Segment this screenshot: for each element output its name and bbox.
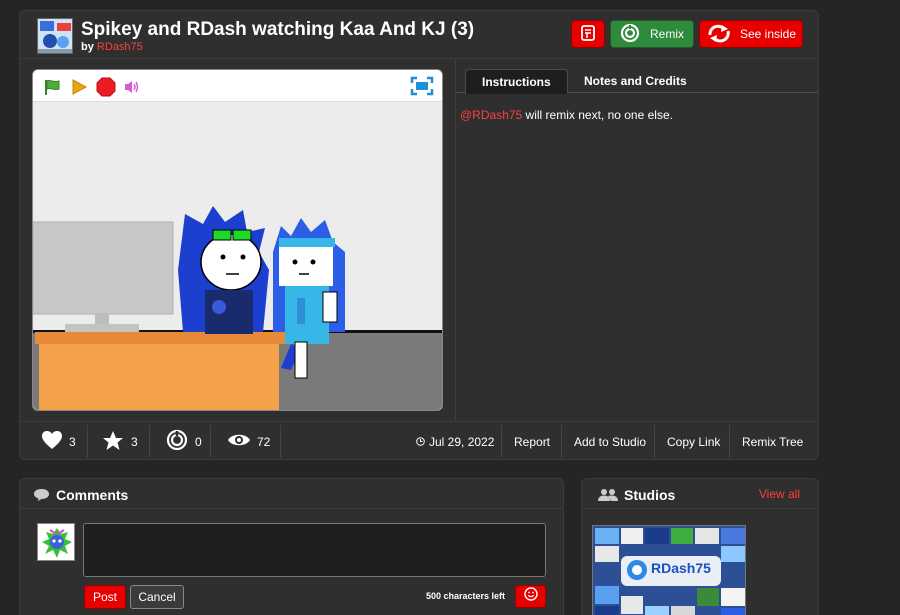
favorite-stat[interactable]: 3 bbox=[102, 422, 138, 459]
instructions-text: @RDash75 will remix next, no one else. bbox=[460, 108, 810, 122]
project-player bbox=[32, 69, 443, 411]
divider bbox=[501, 425, 502, 458]
author-link[interactable]: RDash75 bbox=[97, 41, 143, 53]
remix-icon bbox=[620, 23, 640, 46]
tab-instructions[interactable]: Instructions bbox=[465, 69, 568, 94]
love-count: 3 bbox=[69, 434, 76, 449]
remix-button[interactable]: Remix bbox=[610, 20, 694, 48]
divider bbox=[654, 425, 655, 458]
tutorial-icon bbox=[579, 24, 597, 45]
remix-stat[interactable]: 0 bbox=[166, 422, 202, 459]
stage-scene bbox=[33, 102, 442, 410]
fullscreen-icon[interactable] bbox=[410, 76, 434, 101]
cancel-button[interactable]: Cancel bbox=[130, 585, 184, 609]
project-stage[interactable] bbox=[33, 102, 442, 410]
studio-thumb-text: RDash75 bbox=[651, 560, 711, 576]
comment-bubble-icon bbox=[33, 488, 50, 507]
comments-header: Comments bbox=[20, 479, 563, 509]
emoji-button[interactable] bbox=[515, 585, 546, 608]
view-stat: 72 bbox=[227, 422, 271, 459]
see-inside-icon bbox=[706, 23, 732, 46]
favorite-count: 3 bbox=[131, 434, 138, 449]
player-controls bbox=[33, 70, 442, 102]
studios-header: Studios View all bbox=[582, 479, 818, 509]
green-flag-icon[interactable] bbox=[43, 78, 61, 101]
studios-panel: Studios View all RDash75 bbox=[581, 478, 819, 615]
project-title: Spikey and RDash watching Kaa And KJ (3) bbox=[81, 19, 475, 40]
project-thumbnail[interactable] bbox=[37, 18, 73, 54]
see-inside-label: See inside bbox=[739, 27, 797, 41]
copy-link[interactable]: Copy Link bbox=[667, 422, 720, 459]
divider bbox=[149, 425, 150, 458]
tutorial-button[interactable] bbox=[571, 20, 605, 48]
by-label: by bbox=[81, 41, 94, 53]
characters-left: 500 characters left bbox=[426, 591, 506, 601]
divider bbox=[280, 425, 281, 458]
project-panel: Spikey and RDash watching Kaa And KJ (3)… bbox=[19, 10, 819, 460]
instructions-body: will remix next, no one else. bbox=[522, 108, 673, 122]
project-byline: by RDash75 bbox=[81, 41, 143, 53]
users-icon bbox=[597, 488, 619, 506]
project-header: Spikey and RDash watching Kaa And KJ (3)… bbox=[20, 11, 818, 59]
view-all-link[interactable]: View all bbox=[759, 487, 800, 501]
remix-count-icon bbox=[166, 429, 188, 454]
tab-notes-and-credits[interactable]: Notes and Credits bbox=[568, 69, 703, 93]
sound-icon[interactable] bbox=[123, 79, 141, 100]
studio-thumbnail[interactable]: RDash75 bbox=[592, 525, 746, 615]
stop-icon[interactable] bbox=[96, 77, 116, 102]
tab-bar: Instructions Notes and Credits bbox=[456, 69, 818, 94]
report-link[interactable]: Report bbox=[514, 422, 550, 459]
clock-icon bbox=[416, 435, 425, 449]
comment-input[interactable] bbox=[83, 523, 546, 577]
remix-count: 0 bbox=[195, 434, 202, 449]
star-icon bbox=[102, 430, 124, 454]
avatar[interactable] bbox=[37, 523, 75, 561]
divider bbox=[210, 425, 211, 458]
add-to-studio-link[interactable]: Add to Studio bbox=[574, 422, 646, 459]
share-date-text: Jul 29, 2022 bbox=[429, 434, 495, 449]
stats-bar: 3 3 0 72 Jul 29, 2022 Report Add to Stud… bbox=[20, 421, 818, 459]
love-stat[interactable]: 3 bbox=[41, 422, 76, 459]
see-inside-button[interactable]: See inside bbox=[699, 20, 803, 48]
eye-icon bbox=[227, 432, 251, 451]
divider bbox=[729, 425, 730, 458]
divider bbox=[87, 425, 88, 458]
post-button[interactable]: Post bbox=[84, 585, 126, 609]
comments-title: Comments bbox=[56, 487, 129, 503]
project-info-tabs: Instructions Notes and Credits @RDash75 … bbox=[455, 59, 818, 421]
smiley-icon bbox=[523, 587, 538, 606]
mention-link[interactable]: @RDash75 bbox=[460, 108, 522, 122]
comments-panel: Comments Post Cancel 500 characters left bbox=[19, 478, 564, 615]
heart-icon bbox=[41, 430, 63, 453]
studios-title: Studios bbox=[624, 487, 676, 503]
share-date: Jul 29, 2022 bbox=[416, 422, 495, 459]
remix-tree-link[interactable]: Remix Tree bbox=[742, 422, 803, 459]
divider bbox=[561, 425, 562, 458]
play-icon[interactable] bbox=[70, 78, 88, 101]
remix-label: Remix bbox=[649, 27, 684, 41]
view-count: 72 bbox=[257, 434, 271, 449]
